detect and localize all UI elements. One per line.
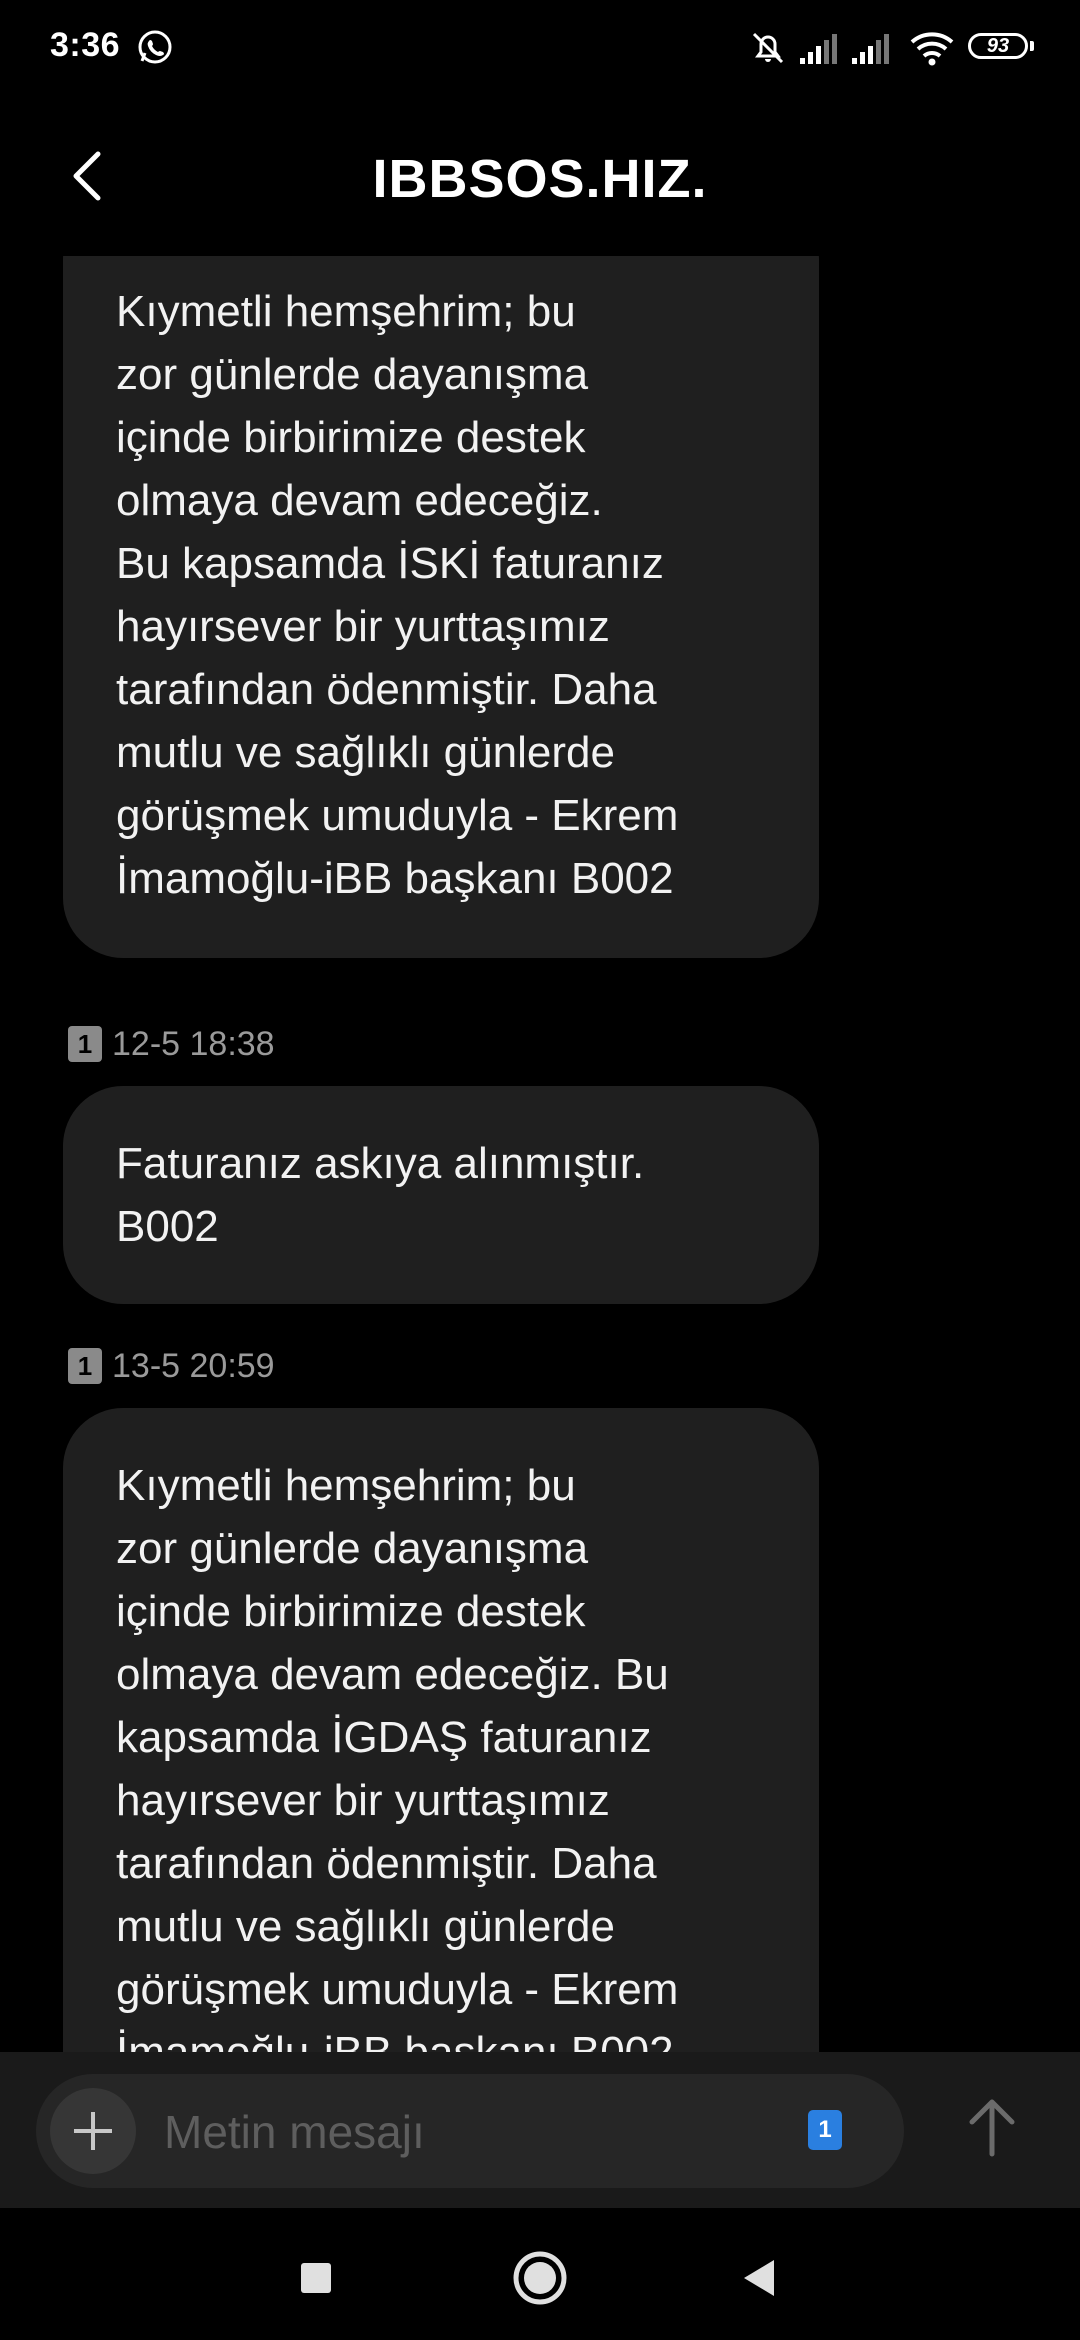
timestamp-text: 13-5 20:59 [112,1347,275,1385]
message-list[interactable]: Kıymetli hemşehrim; bu zor günlerde daya… [0,256,1080,2052]
message-text: Kıymetli hemşehrim; bu zor günlerde daya… [116,287,679,903]
wifi-icon [910,32,954,66]
message-text: Faturanız askıya alınmıştır. B002 [116,1139,645,1251]
page-title: IBBSOS.HIZ. [372,149,708,209]
signal-icon [800,34,837,64]
sim-badge: 1 [68,1026,102,1062]
message-text: Kıymetli hemşehrim; bu zor günlerde daya… [116,1461,679,2052]
system-nav-bar [0,2208,1080,2340]
sim-badge: 1 [68,1348,102,1384]
battery-icon: 93 [968,33,1028,59]
battery-tip [1030,41,1034,51]
circle-home-icon[interactable] [510,2248,570,2308]
plus-icon[interactable] [50,2088,136,2174]
message-bubble[interactable]: Kıymetli hemşehrim; bu zor günlerde daya… [63,256,819,958]
message-input[interactable] [162,2098,786,2166]
status-bar: 3:36 93 [0,0,1080,96]
mute-bell-icon [752,32,784,64]
composer-field: 1 [36,2074,904,2188]
triangle-back-icon[interactable] [730,2248,790,2308]
conversation-header: IBBSOS.HIZ. [0,96,1080,256]
sim-select-button[interactable]: 1 [808,2110,842,2150]
whatsapp-icon [138,30,172,64]
square-recents-icon[interactable] [286,2248,346,2308]
message-timestamp: 1 12-5 18:38 [68,958,1080,1072]
message-timestamp: 1 13-5 20:59 [68,1304,1080,1394]
message-bubble[interactable]: Kıymetli hemşehrim; bu zor günlerde daya… [63,1408,819,2052]
timestamp-text: 12-5 18:38 [112,1025,275,1063]
status-time: 3:36 [50,26,121,64]
arrow-up-icon[interactable] [960,2092,1024,2162]
message-bubble[interactable]: Faturanız askıya alınmıştır. B002 [63,1086,819,1304]
signal-icon [852,34,889,64]
composer-bar: 1 [0,2052,1080,2208]
